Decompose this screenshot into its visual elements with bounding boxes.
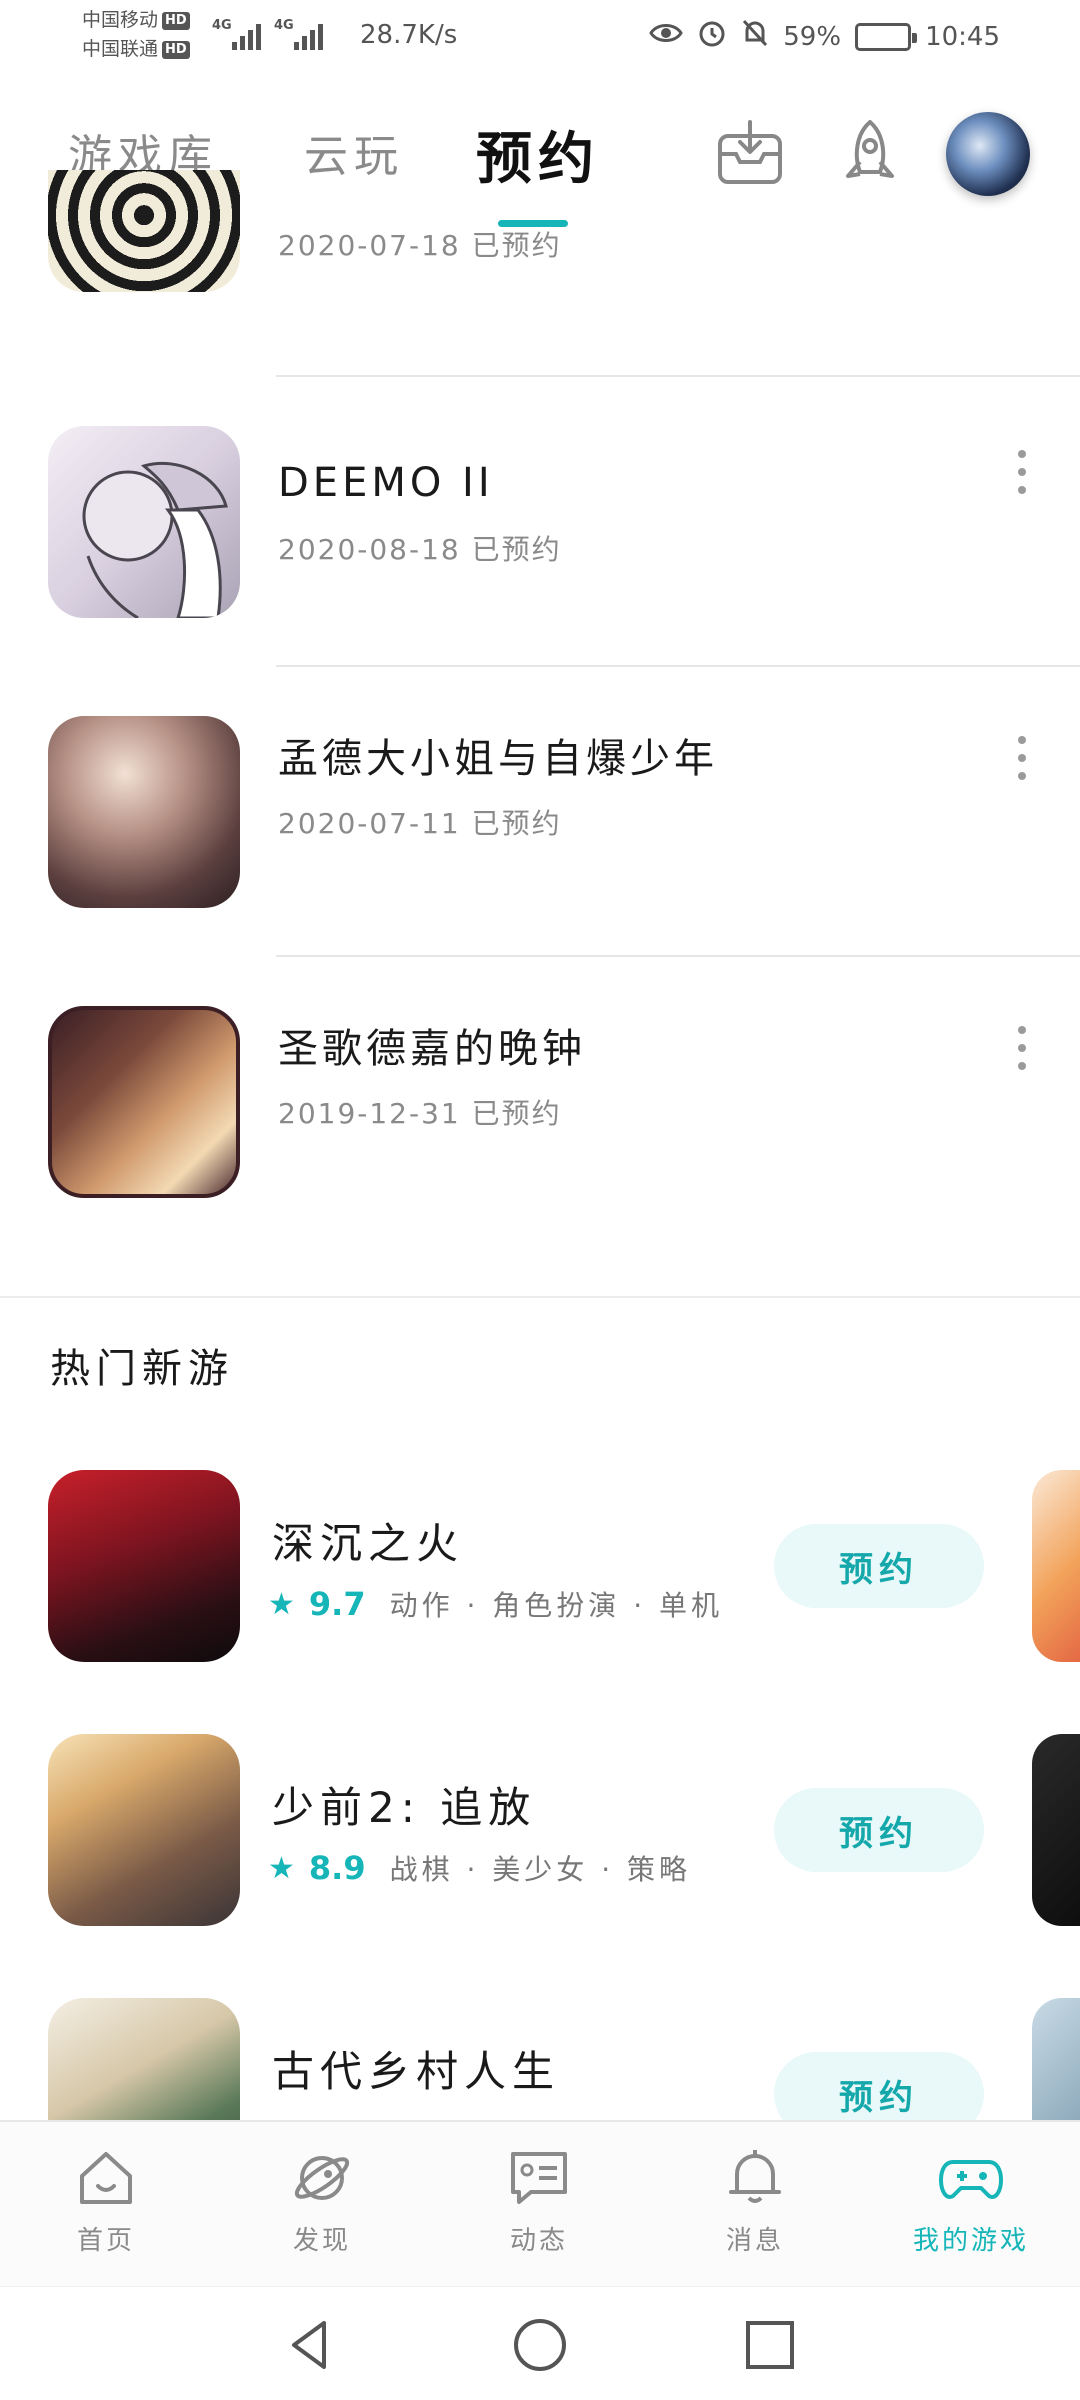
divider (276, 375, 1080, 377)
system-navigation-bar (0, 2286, 1080, 2400)
discover-planet-icon (294, 2156, 350, 2200)
signal-icon (232, 18, 261, 50)
carrier-info: 中国移动 HD 中国联通 HD (82, 6, 190, 64)
bell-icon (729, 2150, 781, 2203)
carrier-2: 中国联通 (82, 38, 159, 60)
bottom-navigation: 首页 发现 动态 消息 我的游戏 (0, 2120, 1080, 2286)
alarm-icon (697, 18, 727, 55)
game-tags: 战棋 · 美少女 · 策略 (389, 1853, 691, 1886)
next-card-preview[interactable] (1032, 1734, 1080, 1926)
star-icon: ★ (268, 1850, 299, 1886)
reservation-item[interactable]: 圣歌德嘉的晚钟 2019-12-31 已预约 (0, 958, 1080, 1248)
hot-game-meta: ★ 8.9 战棋 · 美少女 · 策略 (268, 1848, 691, 1888)
reservation-date: 2020-07-18 已预约 (278, 229, 562, 262)
nav-home[interactable]: 首页 (31, 2146, 181, 2266)
hd-badge: HD (162, 11, 190, 30)
hot-game-item[interactable]: 古代乡村人生 预约 (0, 1984, 1080, 2120)
hd-badge: HD (162, 40, 190, 59)
home-circle-icon[interactable] (510, 2315, 570, 2375)
home-icon (80, 2152, 132, 2204)
nav-my-games[interactable]: 我的游戏 (896, 2146, 1046, 2266)
network-speed: 28.7K/s (360, 20, 458, 50)
game-icon-mengde (48, 716, 240, 908)
nav-discover[interactable]: 发现 (247, 2146, 397, 2266)
nav-label: 动态 (509, 2226, 568, 2256)
nav-label: 发现 (292, 2226, 351, 2256)
reservation-item[interactable]: 2020-07-18 已预约 (0, 170, 1080, 370)
rating-score: 8.9 (308, 1849, 366, 1887)
divider (276, 955, 1080, 957)
game-icon (48, 170, 240, 292)
rating-score: 9.7 (308, 1585, 366, 1623)
game-icon-deemo (48, 426, 240, 618)
game-tags: 动作 · 角色扮演 · 单机 (389, 1589, 723, 1622)
gamepad-icon (939, 2160, 1003, 2199)
mute-bell-icon (741, 18, 769, 55)
status-bar: 中国移动 HD 中国联通 HD 4G 4G 28.7K/s 59% 10:45 (0, 0, 1080, 75)
hot-game-title: 古代乡村人生 (272, 2047, 561, 2096)
carrier-1: 中国移动 (82, 9, 159, 31)
game-icon-bell (48, 1006, 240, 1198)
battery-percent: 59% (783, 21, 842, 52)
divider (276, 665, 1080, 667)
more-options-icon[interactable] (1010, 450, 1034, 494)
star-icon: ★ (268, 1586, 299, 1622)
hot-game-item[interactable]: 深沉之火 ★ 9.7 动作 · 角色扮演 · 单机 预约 (0, 1456, 1080, 1720)
reserve-button[interactable]: 预约 (774, 1524, 984, 1608)
nav-messages[interactable]: 消息 (680, 2146, 830, 2266)
reservation-title: 孟德大小姐与自爆少年 (278, 736, 718, 782)
more-options-icon[interactable] (1010, 1026, 1034, 1070)
signal-icon (294, 18, 323, 50)
reservation-title: 圣歌德嘉的晚钟 (278, 1026, 586, 1072)
reservation-title: DEEMO II (278, 460, 494, 506)
hot-game-title: 少前2: 追放 (272, 1783, 537, 1832)
reservation-date: 2020-07-11 已预约 (278, 807, 562, 840)
hot-game-meta: ★ 9.7 动作 · 角色扮演 · 单机 (268, 1584, 723, 1624)
next-card-preview[interactable] (1032, 1470, 1080, 1662)
nav-label: 消息 (725, 2226, 784, 2256)
game-icon-ancient-village (48, 1998, 240, 2120)
net-type-label: 4G (212, 18, 232, 33)
next-card-preview[interactable] (1032, 1998, 1080, 2120)
battery-icon (855, 22, 918, 51)
reservation-item[interactable]: DEEMO II 2020-08-18 已预约 (0, 378, 1080, 668)
clock: 10:45 (925, 21, 1000, 52)
reserve-button[interactable]: 预约 (774, 2052, 984, 2120)
recents-square-icon[interactable] (740, 2315, 800, 2375)
reserve-button[interactable]: 预约 (774, 1788, 984, 1872)
hot-game-item[interactable]: 少前2: 追放 ★ 8.9 战棋 · 美少女 · 策略 预约 (0, 1720, 1080, 1984)
game-icon-deepening-fire (48, 1470, 240, 1662)
net-type-label: 4G (274, 18, 294, 33)
nav-label: 我的游戏 (912, 2226, 1029, 2256)
status-indicators: 59% 10:45 (649, 18, 1000, 55)
game-icon-shaoqian2 (48, 1734, 240, 1926)
hot-game-title: 深沉之火 (272, 1519, 465, 1568)
eye-icon (649, 21, 684, 52)
back-icon[interactable] (280, 2315, 340, 2375)
section-title-hot-games: 热门新游 (50, 1346, 234, 1392)
chat-card-icon (511, 2152, 567, 2204)
nav-label: 首页 (76, 2226, 135, 2256)
section-divider (0, 1296, 1080, 1298)
nav-feed[interactable]: 动态 (464, 2146, 614, 2266)
reservation-item[interactable]: 孟德大小姐与自爆少年 2020-07-11 已预约 (0, 668, 1080, 958)
reservation-date: 2019-12-31 已预约 (278, 1097, 562, 1130)
reservation-date: 2020-08-18 已预约 (278, 533, 562, 566)
more-options-icon[interactable] (1010, 736, 1034, 780)
